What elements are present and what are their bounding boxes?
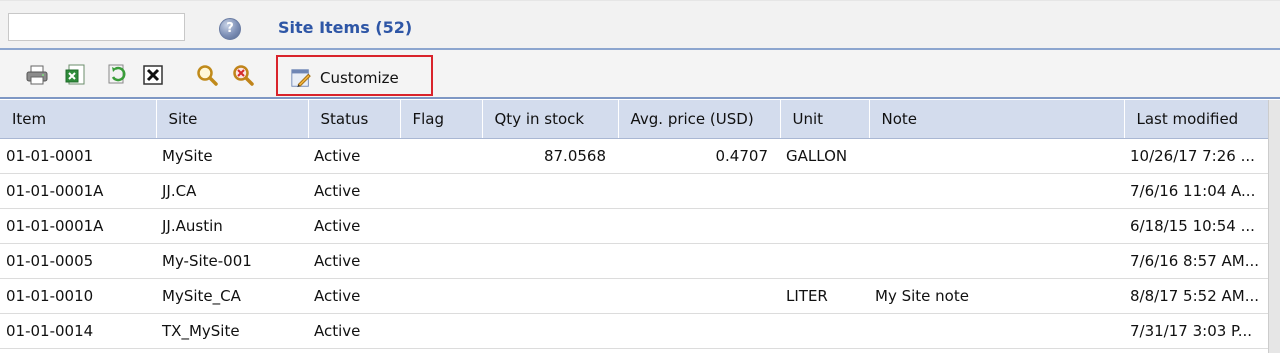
cell-unit <box>780 208 869 244</box>
cell-item: 01-01-0014 <box>0 313 156 349</box>
help-icon[interactable]: ? <box>219 18 241 40</box>
cell-last-modified: 10/26/17 7:26 ... <box>1124 138 1268 174</box>
cell-qty <box>482 173 618 209</box>
table-row[interactable]: 01-01-0005 My-Site-001 Active 7/6/16 8:5… <box>0 243 1268 279</box>
cell-last-modified: 6/18/15 10:54 ... <box>1124 208 1268 244</box>
cell-site: MySite <box>156 138 308 174</box>
cell-qty <box>482 278 618 314</box>
cell-last-modified: 7/6/16 11:04 A... <box>1124 173 1268 209</box>
cell-note <box>869 173 1124 209</box>
export-excel-icon[interactable] <box>63 63 89 87</box>
cell-price <box>618 243 780 279</box>
cell-item: 01-01-0001A <box>0 208 156 244</box>
column-header-unit[interactable]: Unit <box>780 100 870 139</box>
table-row[interactable]: 01-01-0014 TX_MySite Active 7/31/17 3:03… <box>0 313 1268 349</box>
cell-site: TX_MySite <box>156 313 308 349</box>
cell-note <box>869 243 1124 279</box>
cell-price <box>618 278 780 314</box>
column-header-site[interactable]: Site <box>156 100 309 139</box>
cell-flag <box>400 208 482 244</box>
top-bar: ? Site Items (52) <box>0 0 1280 48</box>
cell-flag <box>400 278 482 314</box>
cell-flag <box>400 243 482 279</box>
customize-label: Customize <box>320 69 399 87</box>
cell-site: JJ.Austin <box>156 208 308 244</box>
cell-status: Active <box>308 138 400 174</box>
cell-note <box>869 313 1124 349</box>
customize-button[interactable]: Customize <box>276 55 433 96</box>
customize-icon <box>290 67 312 89</box>
cell-price: 0.4707 <box>618 138 780 174</box>
cell-note <box>869 138 1124 174</box>
search-icon[interactable] <box>194 63 220 87</box>
cell-qty <box>482 243 618 279</box>
cell-note <box>869 208 1124 244</box>
cell-site: MySite_CA <box>156 278 308 314</box>
cell-qty <box>482 313 618 349</box>
cell-note: My Site note <box>869 278 1124 314</box>
refresh-icon[interactable] <box>104 63 130 87</box>
toolbar: Customize <box>0 48 1280 99</box>
vertical-scrollbar[interactable] <box>1268 100 1280 353</box>
clear-search-icon[interactable] <box>230 63 256 87</box>
cell-flag <box>400 313 482 349</box>
cell-last-modified: 8/8/17 5:52 AM... <box>1124 278 1268 314</box>
cell-last-modified: 7/31/17 3:03 P... <box>1124 313 1268 349</box>
column-header-flag[interactable]: Flag <box>400 100 483 139</box>
cell-unit <box>780 243 869 279</box>
cell-price <box>618 208 780 244</box>
cell-item: 01-01-0005 <box>0 243 156 279</box>
cell-price <box>618 313 780 349</box>
search-input[interactable] <box>8 13 185 41</box>
cell-flag <box>400 173 482 209</box>
cell-item: 01-01-0001A <box>0 173 156 209</box>
table-row[interactable]: 01-01-0010 MySite_CA Active LITER My Sit… <box>0 278 1268 314</box>
column-header-item[interactable]: Item <box>0 100 157 139</box>
delete-icon[interactable] <box>140 63 166 87</box>
column-header-price[interactable]: Avg. price (USD) <box>618 100 781 139</box>
cell-flag <box>400 138 482 174</box>
cell-unit: GALLON <box>780 138 869 174</box>
table-row[interactable]: 01-01-0001 MySite Active 87.0568 0.4707 … <box>0 138 1268 174</box>
cell-price <box>618 173 780 209</box>
cell-status: Active <box>308 208 400 244</box>
table-row[interactable]: 01-01-0001A JJ.CA Active 7/6/16 11:04 A.… <box>0 173 1268 209</box>
cell-item: 01-01-0010 <box>0 278 156 314</box>
cell-site: My-Site-001 <box>156 243 308 279</box>
cell-item: 01-01-0001 <box>0 138 156 174</box>
cell-qty: 87.0568 <box>482 138 618 174</box>
cell-site: JJ.CA <box>156 173 308 209</box>
cell-unit <box>780 173 869 209</box>
column-header-last-modified[interactable]: Last modified <box>1124 100 1269 139</box>
cell-status: Active <box>308 313 400 349</box>
cell-unit: LITER <box>780 278 869 314</box>
cell-qty <box>482 208 618 244</box>
cell-status: Active <box>308 278 400 314</box>
print-icon[interactable] <box>24 63 50 87</box>
column-header-note[interactable]: Note <box>869 100 1125 139</box>
column-header-qty[interactable]: Qty in stock <box>482 100 619 139</box>
column-header-status[interactable]: Status <box>308 100 401 139</box>
site-items-table: Item Site Status Flag Qty in stock Avg. … <box>0 100 1269 349</box>
cell-status: Active <box>308 243 400 279</box>
table-header-row: Item Site Status Flag Qty in stock Avg. … <box>0 100 1269 139</box>
cell-last-modified: 7/6/16 8:57 AM... <box>1124 243 1268 279</box>
cell-status: Active <box>308 173 400 209</box>
cell-unit <box>780 313 869 349</box>
table-row[interactable]: 01-01-0001A JJ.Austin Active 6/18/15 10:… <box>0 208 1268 244</box>
page-title: Site Items (52) <box>278 18 413 37</box>
